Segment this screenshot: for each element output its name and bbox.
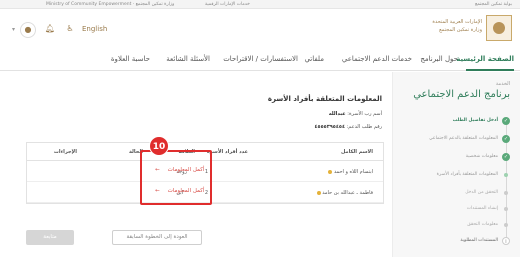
step-2[interactable]: ✓ المعلومات المتعلقة بالدعم الاجتماعي: [394, 135, 510, 147]
check-icon: ✓: [502, 117, 510, 125]
step-1-label: أدخل تفاصيل الطلب: [452, 118, 498, 123]
step-7-label: معلومات التحقق: [467, 222, 498, 227]
ministry-name: الإمارات العربية المتحدة وزارة تمكين الم…: [372, 18, 482, 34]
ministry-logo[interactable]: [486, 15, 512, 41]
nav-about[interactable]: حول البرنامج: [420, 55, 458, 63]
nav-calculator[interactable]: حاسبة العلاوة: [111, 55, 150, 63]
bell-icon[interactable]: 🔔︎: [42, 22, 58, 38]
ministry-name-line2: وزارة تمكين المجتمع: [439, 27, 482, 33]
check-icon: ✓: [502, 153, 510, 161]
site-header: الإمارات العربية المتحدة وزارة تمكين الم…: [0, 9, 520, 49]
member-name: ابتسام اللاه و احمد: [326, 169, 373, 175]
col-full-name: الاسم الكامل: [341, 149, 373, 155]
nav-services[interactable]: خدمات الدعم الاجتماعي: [342, 55, 412, 63]
accessibility-icon[interactable]: ♿︎: [62, 22, 78, 38]
member-name: فاطمة ـ عبدالله بن حامد: [315, 190, 373, 196]
step-3-label: معلومات شخصية: [465, 154, 498, 159]
pending-step-icon: [504, 191, 508, 195]
header-tools: ▾ ● 🔔︎ ♿︎ English: [6, 21, 206, 39]
user-icon[interactable]: ●: [20, 22, 36, 38]
request-number-line: رقم طلب الدعم: ٤٥٥٥٣٩٥٤٥٤: [314, 124, 382, 130]
step-number-icon: i: [502, 237, 510, 245]
step-4-label: المعلومات المتعلقة بأفراد الأسرة: [436, 172, 498, 177]
service-label: الخدمة: [495, 81, 510, 87]
head-of-family-line: أسم رب الأسرة: عبدالله: [329, 111, 382, 117]
step-7: معلومات التحقق: [394, 221, 510, 233]
nav-home[interactable]: الصفحة الرئيسية: [456, 55, 514, 63]
col-actions: الإجراءات: [53, 149, 77, 155]
language-link[interactable]: English: [82, 25, 107, 33]
progress-sidebar: الخدمة برنامج الدعم الاجتماعي ✓ أدخل تفا…: [392, 72, 520, 257]
nav-faq[interactable]: الأسئلة الشائعة: [166, 55, 210, 63]
status-dot-icon: [316, 190, 321, 195]
back-button[interactable]: العودة إلى الخطوة السابقة: [112, 230, 202, 245]
nav-my-files[interactable]: ملفاتي: [304, 55, 324, 63]
pending-step-icon: [504, 207, 508, 211]
callout-highlight-box: [140, 150, 212, 205]
member-name-text: فاطمة ـ عبدالله بن حامد: [322, 190, 373, 196]
ministry-name-line1: الإمارات العربية المتحدة: [432, 19, 482, 25]
section-title: المعلومات المتعلقة بأفراد الأسرة: [267, 95, 382, 103]
gov-strip: Ministry of Community Empowerment · وزار…: [0, 0, 520, 9]
step-6-label: إنشاء المستندات: [466, 206, 498, 211]
step-3[interactable]: ✓ معلومات شخصية: [394, 153, 510, 165]
step-2-label: المعلومات المتعلقة بالدعم الاجتماعي: [429, 136, 498, 141]
status-dot-icon: [328, 169, 333, 174]
next-button[interactable]: متابعة: [26, 230, 74, 245]
step-8: i المستندات المطلوبة: [394, 237, 510, 249]
nav-active-indicator: [466, 69, 514, 71]
head-of-family-value: عبدالله: [328, 111, 346, 117]
request-number-value: ٤٥٥٥٣٩٥٤٥٤: [314, 124, 346, 130]
digital-services-text: خدمات الإمارات الرقمية: [205, 1, 250, 7]
step-5: التحقق من الدخل: [394, 189, 510, 201]
step-5-label: التحقق من الدخل: [465, 190, 498, 195]
nav-inquiries[interactable]: الاستفسارات / الاقتراحات: [223, 55, 298, 63]
request-number-label: رقم طلب الدعم:: [346, 124, 382, 130]
ministry-strip-text: Ministry of Community Empowerment · وزار…: [46, 1, 175, 7]
service-title: برنامج الدعم الاجتماعي: [413, 89, 510, 100]
current-step-icon: [504, 173, 508, 177]
check-icon: ✓: [502, 135, 510, 143]
step-4[interactable]: المعلومات المتعلقة بأفراد الأسرة: [394, 171, 510, 183]
main-nav: الصفحة الرئيسية حول البرنامج خدمات الدعم…: [0, 49, 520, 71]
member-name-text: ابتسام اللاه و احمد: [333, 169, 373, 175]
step-6: إنشاء المستندات: [394, 205, 510, 217]
chevron-down-icon[interactable]: ▾: [12, 26, 15, 33]
step-1[interactable]: ✓ أدخل تفاصيل الطلب: [394, 117, 510, 129]
main-content: المعلومات المتعلقة بأفراد الأسرة أسم رب …: [8, 72, 390, 257]
callout-number-badge: 10: [149, 136, 169, 156]
step-8-label: المستندات المطلوبة: [460, 238, 498, 243]
portal-text: بوابة تمكين المجتمع: [475, 1, 512, 7]
pending-step-icon: [504, 223, 508, 227]
col-family-count: عدد أفراد الأسرة: [206, 149, 248, 155]
head-of-family-label: أسم رب الأسرة:: [347, 111, 382, 117]
